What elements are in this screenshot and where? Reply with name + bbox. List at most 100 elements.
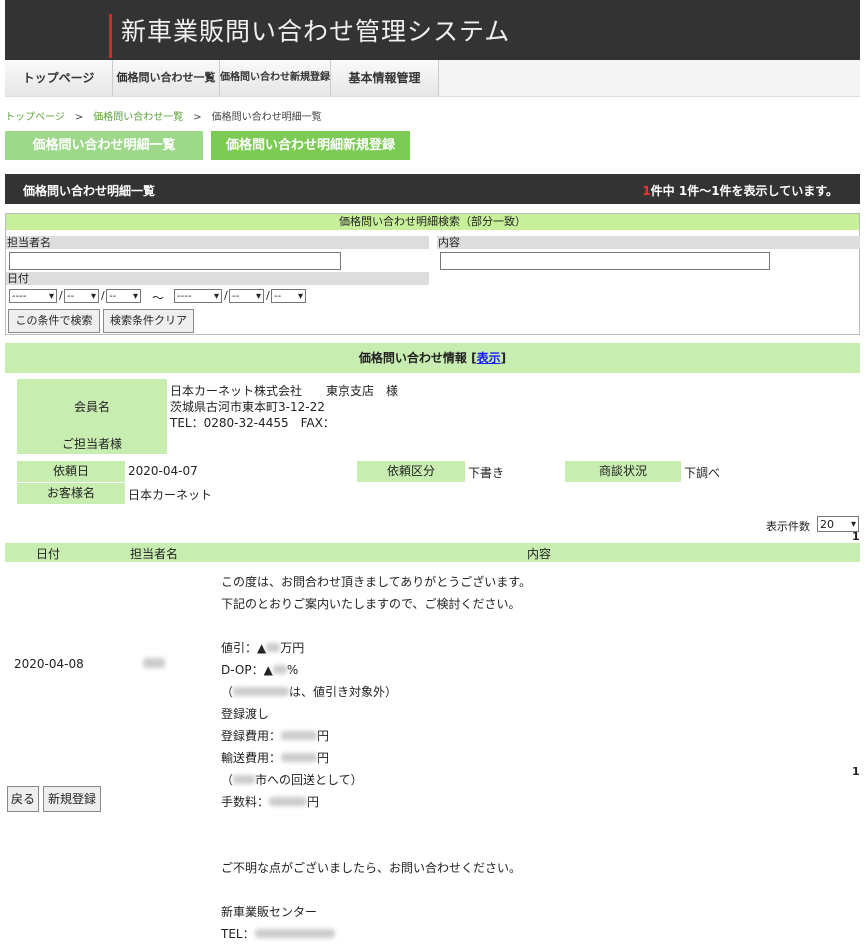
msg-line: 手数料： (221, 795, 270, 809)
page-number[interactable]: 1 (852, 530, 860, 543)
result-count-text: 件中 1件～1件を表示しています。 (650, 184, 838, 198)
to-year-select[interactable]: ---- (174, 289, 222, 304)
request-type-label: 依頼区分 (357, 461, 465, 482)
search-header: 価格問い合わせ明細検索（部分一致） (6, 214, 859, 230)
member-label-cell: 会員名 ご担当者様 (17, 379, 167, 454)
nav-basic-info[interactable]: 基本情報管理 (331, 60, 439, 96)
msg-line: は、値引き対象外） (289, 685, 398, 699)
app-title: 新車業販問い合わせ管理システム (121, 17, 511, 46)
content-input[interactable] (440, 252, 770, 270)
msg-line: 値引：▲ (221, 641, 267, 655)
list-header: 日付 担当者名 内容 (5, 543, 860, 562)
breadcrumb: トップページ > 価格問い合わせ一覧 > 価格問い合わせ明細一覧 (5, 108, 322, 123)
detail-list-button[interactable]: 価格問い合わせ明細一覧 (5, 131, 203, 160)
row-date[interactable]: 2020-04-08 (14, 657, 84, 671)
redacted-value (233, 775, 256, 784)
request-date-label: 依頼日 (17, 461, 125, 482)
msg-line: 円 (317, 729, 330, 743)
nav-inquiry-new[interactable]: 価格問い合わせ新規登録 (220, 60, 331, 96)
date-slash: / (101, 289, 105, 302)
staff-label: 担当者名 (6, 236, 429, 249)
nav-inquiry-list[interactable]: 価格問い合わせ一覧 (113, 60, 220, 96)
msg-line: 市への回送として） (255, 773, 363, 787)
msg-line: 円 (317, 751, 330, 765)
main-nav: トップページ 価格問い合わせ一覧 価格問い合わせ新規登録 基本情報管理 (5, 60, 860, 97)
redacted-staff (143, 658, 165, 668)
redacted-value (266, 643, 281, 652)
msg-line: 円 (307, 795, 320, 809)
row-staff (143, 657, 165, 671)
inquiry-info-header: 価格問い合わせ情報 [表示] (5, 343, 860, 373)
section-title-bar: 価格問い合わせ明細一覧 1件中 1件～1件を表示しています。 (5, 174, 860, 204)
back-button[interactable]: 戻る (7, 786, 39, 812)
breadcrumb-home[interactable]: トップページ (5, 112, 65, 123)
staff-label: ご担当者様 (61, 437, 122, 451)
page-size-label: 表示件数 (766, 520, 810, 533)
section-title: 価格問い合わせ明細一覧 (23, 184, 156, 198)
msg-line: 登録渡し (221, 707, 270, 721)
date-slash: / (266, 289, 270, 302)
msg-line: 輸送費用： (221, 751, 282, 765)
msg-line: （ (221, 773, 234, 787)
msg-line: 万円 (280, 641, 305, 655)
date-slash: / (224, 289, 228, 302)
redacted-value (281, 731, 318, 740)
col-date: 日付 (36, 547, 61, 561)
msg-line: D-OP：▲ (221, 663, 273, 677)
member-tel: TEL：0280-32-4455 FAX： (170, 416, 335, 430)
search-button[interactable]: この条件で検索 (8, 309, 100, 333)
nav-top-page[interactable]: トップページ (5, 60, 113, 96)
toggle-bracket-close: ] (500, 351, 507, 365)
col-staff: 担当者名 (130, 547, 179, 561)
member-address: 茨城県古河市東本町3-12-22 (170, 400, 325, 414)
app-header: 新車業販問い合わせ管理システム (5, 0, 860, 60)
breadcrumb-list[interactable]: 価格問い合わせ一覧 (93, 112, 183, 123)
member-name: 日本カーネット株式会社 東京支店 様 (170, 384, 399, 398)
status-label: 商談状況 (565, 461, 681, 482)
msg-line: 下記のとおりご案内いたしますので、ご検討ください。 (221, 597, 521, 611)
new-register-button[interactable]: 新規登録 (43, 786, 101, 812)
msg-line: 新車業販センター (221, 905, 318, 919)
msg-line: この度は、お問合わせ頂きましてありがとうございます。 (221, 575, 532, 589)
redacted-value (269, 797, 308, 806)
to-month-select[interactable]: -- (229, 289, 264, 304)
breadcrumb-sep: > (193, 112, 202, 123)
breadcrumb-current: 価格問い合わせ明細一覧 (211, 112, 322, 123)
date-slash: / (59, 289, 63, 302)
msg-line: % (286, 663, 299, 677)
col-content: 内容 (527, 547, 552, 561)
search-panel: 価格問い合わせ明細検索（部分一致） 担当者名 内容 日付 ---- / -- /… (5, 213, 860, 335)
row-content: この度は、お問合わせ頂きましてありがとうございます。 下記のとおりご案内いたしま… (221, 566, 531, 951)
status-value: 下調べ (684, 466, 721, 480)
redacted-value (233, 687, 290, 696)
msg-line: 登録費用： (221, 729, 282, 743)
to-day-select[interactable]: -- (271, 289, 306, 304)
detail-new-button[interactable]: 価格問い合わせ明細新規登録 (211, 131, 410, 160)
result-count: 1件中 1件～1件を表示しています。 (642, 182, 838, 199)
inquiry-info-title: 価格問い合わせ情報 (358, 351, 467, 365)
customer-label: お客様名 (17, 483, 125, 504)
breadcrumb-sep: > (74, 112, 84, 123)
msg-line: ご不明な点がございましたら、お問い合わせください。 (221, 861, 522, 875)
redacted-value (272, 665, 287, 674)
staff-input[interactable] (9, 252, 341, 270)
from-month-select[interactable]: -- (64, 289, 99, 304)
clear-search-button[interactable]: 検索条件クリア (103, 309, 194, 333)
redacted-value (254, 929, 335, 938)
request-type: 下書き (468, 466, 505, 480)
from-year-select[interactable]: ---- (9, 289, 57, 304)
customer-name: 日本カーネット (128, 488, 213, 502)
header-accent-bar (109, 14, 112, 58)
date-label: 日付 (6, 272, 429, 285)
content-label: 内容 (437, 236, 860, 249)
toggle-display-link[interactable]: 表示 (477, 351, 501, 365)
from-day-select[interactable]: -- (106, 289, 141, 304)
result-count-number: 1 (642, 184, 651, 198)
member-label: 会員名 (73, 400, 110, 414)
msg-line: TEL： (221, 927, 255, 941)
page-number-bottom[interactable]: 1 (852, 765, 860, 778)
request-date: 2020-04-07 (128, 464, 198, 478)
msg-line: （ (221, 685, 234, 699)
redacted-value (281, 753, 318, 762)
date-range-tilde: ～ (152, 291, 165, 305)
